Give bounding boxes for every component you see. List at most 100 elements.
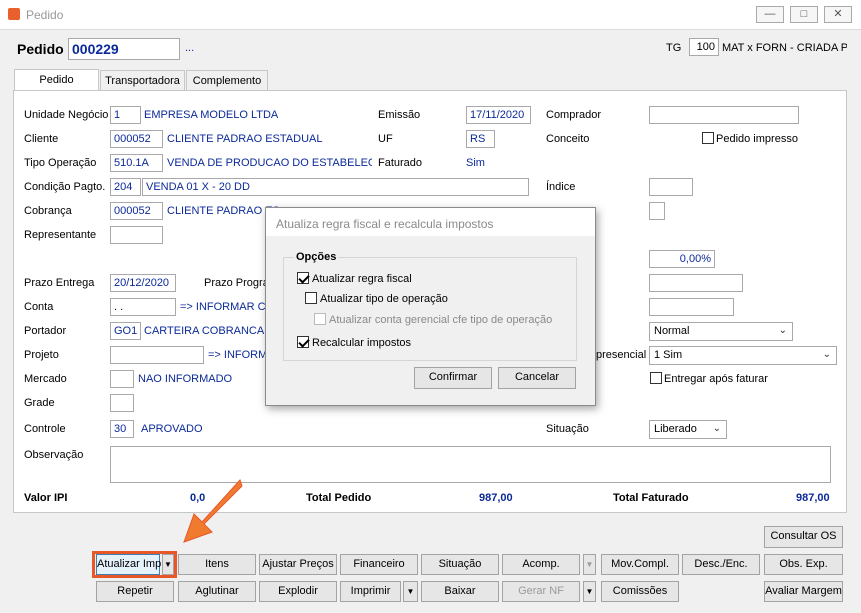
presencial-label: presencial [596, 349, 647, 361]
repetir-button[interactable]: Repetir [96, 581, 174, 602]
controle-label: Controle [24, 423, 66, 435]
opt1-checkbox[interactable] [297, 272, 309, 287]
right-field-1[interactable] [649, 274, 743, 292]
total-pedido-value: 987,00 [479, 492, 513, 504]
entregar-checkbox[interactable] [650, 372, 662, 387]
atualizar-imp-dropdown[interactable]: ▼ [162, 554, 174, 575]
tipo-operacao-code-field[interactable]: 510.1A [110, 154, 163, 172]
tab-transportadora[interactable]: Transportadora [100, 70, 185, 91]
cancelar-button[interactable]: Cancelar [498, 367, 576, 389]
presencial-select[interactable]: 1 Sim ⌄ [649, 346, 837, 365]
unidade-label: Unidade Negócio [24, 109, 109, 121]
mercado-field[interactable] [110, 370, 134, 388]
cobranca-label: Cobrança [24, 205, 72, 217]
portador-code-field[interactable]: GO1 [110, 322, 141, 340]
prazo-prog-label: Prazo Progra [204, 277, 269, 289]
cliente-code-field[interactable]: 000052 [110, 130, 163, 148]
cobranca-extra-checkbox[interactable] [649, 202, 665, 220]
pedido-label: Pedido [17, 41, 64, 57]
desc-enc-button[interactable]: Desc./Enc. [682, 554, 760, 575]
percent-field[interactable]: 0,00% [649, 250, 715, 268]
grade-field[interactable] [110, 394, 134, 412]
aglutinar-button[interactable]: Aglutinar [178, 581, 256, 602]
conta-field[interactable]: . . [110, 298, 176, 316]
maximize-button[interactable]: □ [790, 6, 818, 23]
acomp-button[interactable]: Acomp. [502, 554, 580, 575]
cobranca-code-field[interactable]: 000052 [110, 202, 163, 220]
pedido-impresso-label: Pedido impresso [716, 133, 798, 145]
tab-pedido[interactable]: Pedido [14, 69, 99, 91]
tg-field[interactable]: 100 [689, 38, 719, 56]
representante-field[interactable] [110, 226, 163, 244]
consultar-os-button[interactable]: Consultar OS [764, 526, 843, 548]
entregar-label: Entregar após faturar [664, 373, 768, 385]
normal-select[interactable]: Normal ⌄ [649, 322, 793, 341]
acomp-dropdown[interactable]: ▼ [583, 554, 596, 575]
controle-code-field[interactable]: 30 [110, 420, 134, 438]
imprimir-dropdown[interactable]: ▼ [403, 581, 418, 602]
total-faturado-value: 987,00 [796, 492, 830, 504]
pedido-lookup-button[interactable]: ... [185, 42, 194, 54]
cond-pagto-desc-field[interactable]: VENDA 01 X - 20 DD [142, 178, 529, 196]
opt4-checkbox[interactable] [297, 336, 309, 351]
situacao-select[interactable]: Liberado ⌄ [649, 420, 727, 439]
faturado-value: Sim [466, 157, 485, 169]
unidade-desc: EMPRESA MODELO LTDA [144, 109, 279, 121]
situacao-button[interactable]: Situação [421, 554, 499, 575]
gerar-nf-dropdown[interactable]: ▼ [583, 581, 596, 602]
cond-pagto-code-field[interactable]: 204 [110, 178, 141, 196]
confirmar-button[interactable]: Confirmar [414, 367, 492, 389]
atualizar-imp-button[interactable]: Atualizar Imp [96, 554, 161, 575]
window-title: Pedido [26, 8, 64, 22]
pedido-impresso-checkbox[interactable] [702, 132, 714, 147]
gerar-nf-button[interactable]: Gerar NF [502, 581, 580, 602]
comprador-field[interactable] [649, 106, 799, 124]
imprimir-button[interactable]: Imprimir [340, 581, 401, 602]
title-bar: Pedido — □ ✕ [0, 0, 861, 30]
opt3-label: Atualizar conta gerencial cfe tipo de op… [329, 314, 553, 326]
avaliar-margem-button[interactable]: Avaliar Margem [764, 581, 843, 602]
unidade-code-field[interactable]: 1 [110, 106, 141, 124]
itens-button[interactable]: Itens [178, 554, 256, 575]
close-button[interactable]: ✕ [824, 6, 852, 23]
financeiro-button[interactable]: Financeiro [340, 554, 418, 575]
explodir-button[interactable]: Explodir [259, 581, 337, 602]
cliente-label: Cliente [24, 133, 59, 145]
right-field-2[interactable] [649, 298, 734, 316]
tg-label: TG [666, 42, 682, 54]
prazo-entrega-field[interactable]: 20/12/2020 [110, 274, 176, 292]
chevron-down-icon: ⌄ [822, 349, 831, 360]
tipo-operacao-desc: VENDA DE PRODUCAO DO ESTABELECIMEI [167, 157, 372, 169]
mov-compl-button[interactable]: Mov.Compl. [601, 554, 679, 575]
chevron-down-icon: ⌄ [778, 325, 787, 336]
ajustar-precos-button[interactable]: Ajustar Preços [259, 554, 337, 575]
opt2-label: Atualizar tipo de operação [320, 293, 448, 305]
minimize-button[interactable]: — [756, 6, 784, 23]
opt2-checkbox[interactable] [305, 292, 317, 307]
comprador-label: Comprador [546, 109, 602, 121]
emissao-field[interactable]: 17/11/2020 [466, 106, 531, 124]
obs-exp-button[interactable]: Obs. Exp. [764, 554, 843, 575]
cond-pagto-label: Condição Pagto. [24, 181, 106, 193]
mercado-label: Mercado [24, 373, 67, 385]
faturado-label: Faturado [378, 157, 423, 169]
comissoes-button[interactable]: Comissões [601, 581, 679, 602]
indice-field[interactable] [649, 178, 693, 196]
arrow-annotation-icon [183, 479, 243, 543]
cliente-desc: CLIENTE PADRAO ESTADUAL [167, 133, 323, 145]
dialog-title: Atualiza regra fiscal e recalcula impost… [266, 208, 595, 236]
representante-label: Representante [24, 229, 97, 241]
cobranca-desc: CLIENTE PADRAO ES [167, 205, 280, 217]
emissao-label: Emissão [378, 109, 421, 121]
opt1-label: Atualizar regra fiscal [312, 273, 412, 285]
tab-complemento[interactable]: Complemento [186, 70, 268, 91]
baixar-button[interactable]: Baixar [421, 581, 499, 602]
opcoes-label: Opções [294, 251, 339, 263]
projeto-field[interactable] [110, 346, 204, 364]
uf-field[interactable]: RS [466, 130, 495, 148]
opt3-checkbox[interactable] [314, 313, 326, 328]
controle-desc: APROVADO [141, 423, 203, 435]
uf-label: UF [378, 133, 393, 145]
app-icon [8, 8, 20, 20]
pedido-number-field[interactable]: 000229 [68, 38, 180, 60]
